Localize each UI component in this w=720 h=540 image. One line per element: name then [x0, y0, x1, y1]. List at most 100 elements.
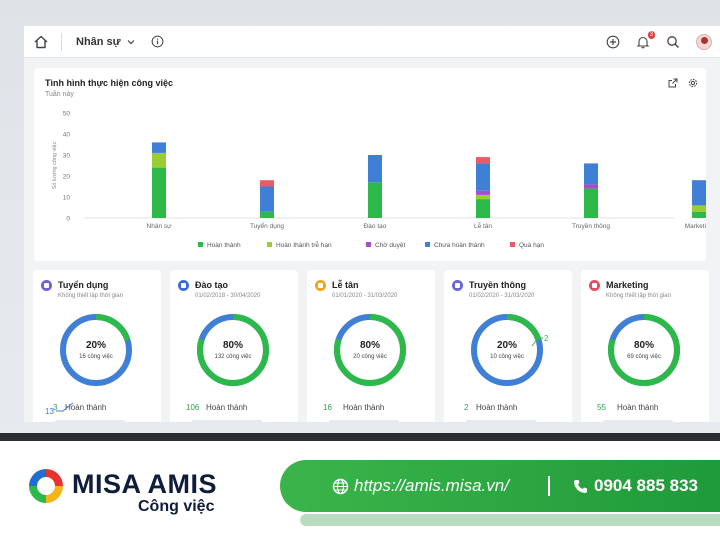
bar-segment: [152, 142, 166, 153]
done-count: 55: [597, 403, 606, 412]
done-label: Hoàn thành: [476, 403, 518, 412]
project-icon: [315, 280, 326, 291]
module-name[interactable]: Nhân sự: [76, 36, 121, 48]
phone-icon: [574, 480, 587, 493]
separator: [548, 476, 550, 496]
chevron-down-icon[interactable]: [127, 38, 135, 46]
project-card[interactable]: Lễ tân 01/01/2020 - 31/03/2020 80% 20 công …: [307, 270, 435, 422]
product-name: Công việc: [138, 498, 215, 515]
x-tick-label: Marketing: [685, 223, 706, 230]
project-icon: [589, 280, 600, 291]
brand-name: MISA AMIS: [72, 469, 217, 499]
done-label: Hoàn thành: [343, 403, 385, 412]
card-title: Truyền thông: [469, 280, 526, 290]
legend-label: Chưa hoàn thành: [434, 242, 485, 249]
bar-segment: [584, 163, 598, 185]
bar-segment: [260, 180, 274, 187]
row-placeholder: [192, 420, 262, 422]
completion-donut: [471, 314, 543, 386]
project-icon: [178, 280, 189, 291]
legend-swatch: [510, 242, 515, 247]
project-card[interactable]: Truyền thông 01/02/2020 - 31/03/2020 20% 10…: [444, 270, 572, 422]
chart-title: Tình hình thực hiện công việc: [45, 78, 174, 88]
misa-logo-icon: [29, 469, 63, 503]
bar-segment: [476, 194, 490, 200]
bar-segment: [692, 211, 706, 218]
info-icon[interactable]: [151, 35, 164, 48]
divider: [61, 32, 62, 51]
row-placeholder: [603, 420, 673, 422]
x-tick-label: Nhân sự: [147, 223, 173, 230]
bar-segment: [260, 186, 274, 212]
done-label: Hoàn thành: [617, 403, 659, 412]
bar-segment: [692, 205, 706, 212]
home-icon[interactable]: [33, 34, 49, 50]
avatar[interactable]: [696, 34, 712, 50]
chart-subtitle: Tuần này: [45, 91, 74, 98]
card-period: 01/01/2020 - 31/03/2020: [332, 293, 398, 299]
screen: Nhân sự 3 0 10 20 30 40 50 Số lượng công việc N…: [0, 0, 720, 440]
card-title: Đào tạo: [195, 280, 229, 290]
bar-segment: [476, 199, 490, 218]
chart-card: 0 10 20 30 40 50 Số lượng công việc Nhân sự Tuyể…: [34, 68, 706, 261]
completion-donut: [60, 314, 132, 386]
card-period: Không thiết lập thời gian: [58, 293, 123, 299]
globe-icon: [332, 478, 349, 495]
donut-callout: 2: [544, 334, 549, 343]
website-link[interactable]: https://amis.misa.vn/: [354, 476, 509, 496]
callout-line: [56, 402, 74, 412]
top-bar-actions: 3: [606, 26, 712, 58]
legend-label: Hoàn thành: [207, 242, 241, 249]
gear-icon[interactable]: [688, 78, 698, 88]
y-tick-label: 10: [63, 195, 71, 202]
legend-swatch: [198, 242, 203, 247]
project-cards: Tuyển dụng Không thiết lập thời gian 20% 16…: [33, 270, 720, 422]
card-period: Không thiết lập thời gian: [606, 293, 671, 299]
notification-badge: 3: [647, 31, 655, 39]
row-placeholder: [55, 420, 125, 422]
completion-donut: [197, 314, 269, 386]
project-icon: [41, 280, 52, 291]
bar-segment: [584, 188, 598, 218]
search-icon[interactable]: [666, 35, 680, 49]
done-count: 16: [323, 403, 332, 412]
legend-label: Quá hạn: [519, 242, 544, 249]
project-card[interactable]: Tuyển dụng Không thiết lập thời gian 20% 16…: [33, 270, 161, 422]
card-title: Tuyển dụng: [58, 280, 109, 290]
bar-segment: [152, 152, 166, 168]
project-card[interactable]: Marketing Không thiết lập thời gian 80% 69 …: [581, 270, 709, 422]
bar-segment: [476, 190, 490, 195]
donut-callout: 13: [45, 407, 54, 416]
card-title: Marketing: [606, 280, 649, 290]
legend-swatch: [267, 242, 272, 247]
project-card[interactable]: Đào tạo 01/02/2018 - 30/04/2020 80% 132 côn…: [170, 270, 298, 422]
bar-segment: [476, 157, 490, 164]
expand-icon[interactable]: [668, 78, 678, 88]
monitor-bezel: [0, 433, 720, 441]
bar-segment: [260, 211, 274, 218]
top-bar: Nhân sự 3: [24, 26, 720, 58]
legend-label: Chờ duyệt: [375, 242, 405, 249]
y-tick-label: 20: [63, 174, 71, 181]
bar-segment: [368, 182, 382, 218]
card-period: 01/02/2018 - 30/04/2020: [195, 293, 261, 299]
legend-label: Hoàn thành trễ hạn: [276, 240, 332, 249]
y-tick-label: 0: [66, 216, 70, 223]
bar-segment: [692, 180, 706, 206]
done-count: 106: [186, 403, 200, 412]
x-tick-label: Lễ tân: [474, 221, 492, 230]
plus-circle-icon[interactable]: [606, 35, 620, 49]
y-tick-label: 40: [63, 132, 71, 139]
y-axis-label: Số lượng công việc: [52, 141, 58, 189]
legend-swatch: [425, 242, 430, 247]
phone-number[interactable]: 0904 885 833: [594, 476, 698, 496]
x-tick-label: Đào tạo: [364, 223, 387, 230]
legend-swatch: [366, 242, 371, 247]
done-label: Hoàn thành: [206, 403, 248, 412]
callout-line: [531, 337, 543, 347]
row-placeholder: [466, 420, 536, 422]
completion-donut: [608, 314, 680, 386]
notification-button[interactable]: 3: [636, 31, 655, 49]
y-tick-label: 50: [63, 111, 71, 118]
y-tick-label: 30: [63, 153, 71, 160]
